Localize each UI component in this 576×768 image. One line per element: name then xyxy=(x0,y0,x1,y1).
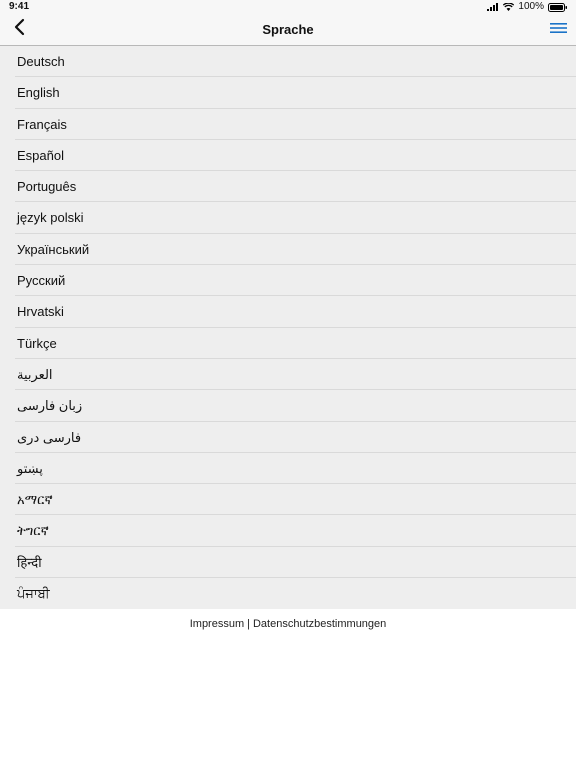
language-item-punjabi[interactable]: ਪੰਜਾਬੀ xyxy=(0,578,576,609)
battery-percent: 100% xyxy=(518,1,544,12)
language-item-dari[interactable]: فارسی دری xyxy=(0,422,576,454)
back-button[interactable] xyxy=(8,18,30,40)
privacy-link[interactable]: Datenschutzbestimmungen xyxy=(253,618,386,630)
language-item-amharic[interactable]: አማርኛ xyxy=(0,484,576,516)
language-item-hindi[interactable]: हिन्दी xyxy=(0,547,576,579)
language-item-deutsch[interactable]: Deutsch xyxy=(0,46,576,78)
language-item-portugues[interactable]: Português xyxy=(0,171,576,203)
language-item-russian[interactable]: Русский xyxy=(0,265,576,297)
language-item-english[interactable]: English xyxy=(0,77,576,109)
page-title: Sprache xyxy=(262,22,314,37)
footer: Impressum | Datenschutzbestimmungen xyxy=(0,618,576,630)
status-indicators: 100% xyxy=(487,0,568,14)
imprint-link[interactable]: Impressum xyxy=(190,618,244,630)
language-item-pashto[interactable]: پښتو xyxy=(0,453,576,485)
battery-icon xyxy=(548,2,568,12)
navigation-bar: Sprache xyxy=(0,14,576,46)
signal-icon xyxy=(487,3,499,11)
language-item-tigrinya[interactable]: ትግርኛ xyxy=(0,515,576,548)
language-item-farsi[interactable]: زبان فارسی xyxy=(0,390,576,422)
language-item-hrvatski[interactable]: Hrvatski xyxy=(0,296,576,328)
footer-separator: | xyxy=(247,618,250,630)
language-item-turkce[interactable]: Türkçe xyxy=(0,328,576,360)
wifi-icon xyxy=(503,3,515,11)
menu-button[interactable] xyxy=(548,20,568,40)
status-time: 9:41 xyxy=(9,1,30,12)
language-item-espanol[interactable]: Español xyxy=(0,140,576,172)
hamburger-menu-icon xyxy=(549,21,567,39)
language-list: Deutsch English Français Español Portugu… xyxy=(0,46,576,609)
language-item-ukrainian[interactable]: Український xyxy=(0,234,576,266)
language-item-francais[interactable]: Français xyxy=(0,109,576,141)
language-item-polski[interactable]: język polski xyxy=(0,202,576,235)
status-bar: 9:41 100% xyxy=(0,0,576,14)
language-item-arabic[interactable]: العربية xyxy=(0,359,576,391)
chevron-left-icon xyxy=(13,18,25,41)
